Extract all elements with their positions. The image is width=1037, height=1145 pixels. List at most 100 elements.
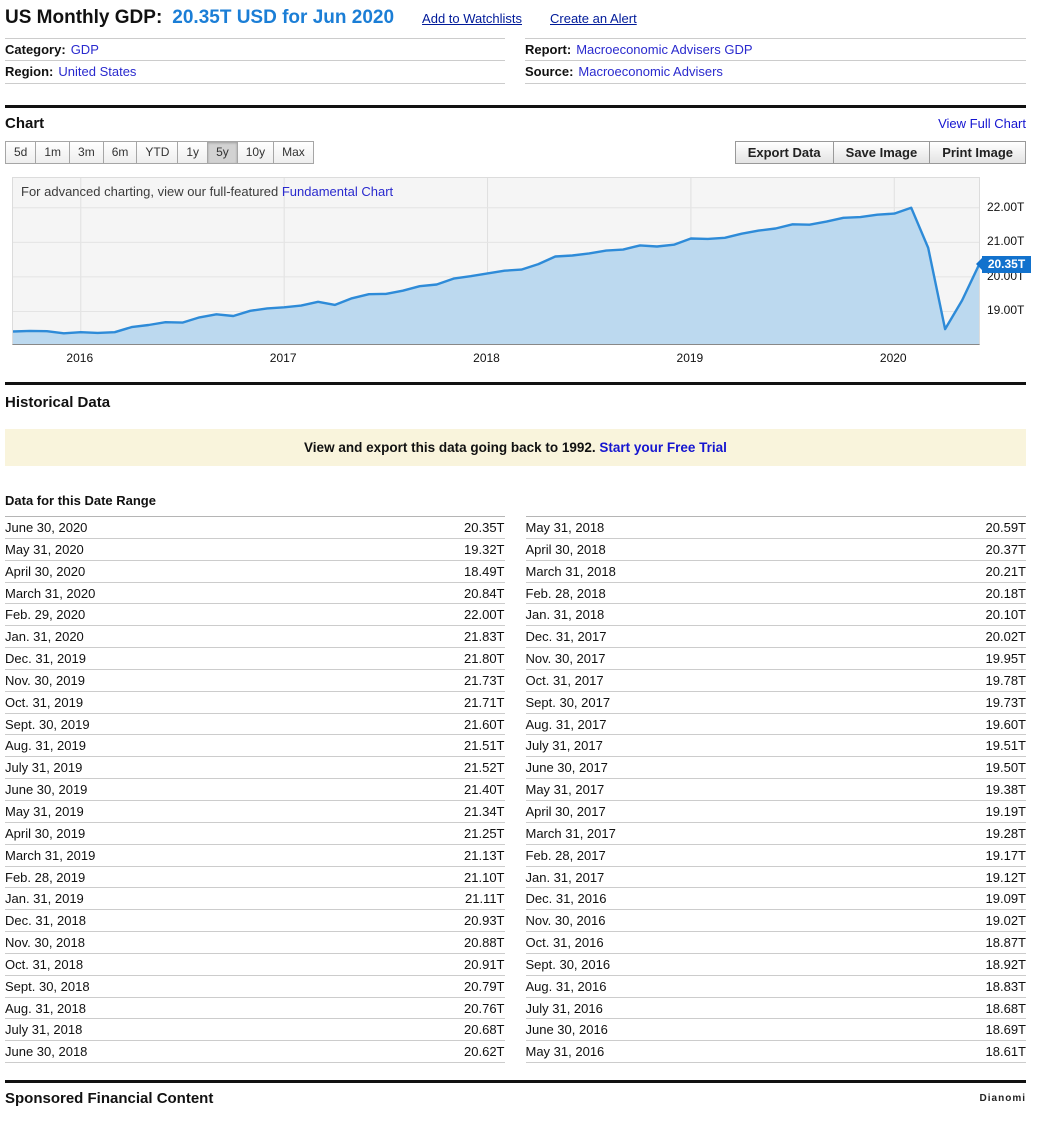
range-button-10y[interactable]: 10y bbox=[237, 141, 274, 164]
section-divider bbox=[5, 105, 1026, 108]
historical-data-table: June 30, 202020.35TMay 31, 202019.32TApr… bbox=[5, 516, 1026, 1063]
date-cell: March 31, 2019 bbox=[5, 845, 95, 866]
date-cell: Oct. 31, 2018 bbox=[5, 954, 83, 975]
table-row: June 30, 2018 20.62T bbox=[5, 1041, 505, 1063]
category-row: Category: GDP bbox=[5, 38, 505, 61]
date-cell: Feb. 28, 2019 bbox=[5, 867, 85, 888]
date-cell: May 31, 2018 bbox=[526, 517, 605, 538]
value-cell: 19.38T bbox=[986, 779, 1026, 800]
export-data-button[interactable]: Export Data bbox=[735, 141, 834, 164]
badge-arrow-icon bbox=[976, 258, 982, 270]
value-cell: 20.10T bbox=[986, 604, 1026, 625]
table-row: Sept. 30, 201921.60T bbox=[5, 714, 505, 736]
range-button-5y[interactable]: 5y bbox=[207, 141, 238, 164]
date-cell: June 30, 2018 bbox=[5, 1041, 87, 1062]
value-cell: 19.51T bbox=[986, 735, 1026, 756]
value-cell: 19.95T bbox=[986, 648, 1026, 669]
date-cell: June 30, 2020 bbox=[5, 517, 87, 538]
date-cell: July 31, 2018 bbox=[5, 1019, 82, 1040]
date-cell: Jan. 31, 2020 bbox=[5, 626, 84, 647]
range-button-1m[interactable]: 1m bbox=[35, 141, 70, 164]
date-cell: April 30, 2017 bbox=[526, 801, 606, 822]
data-table-left-column: June 30, 202020.35TMay 31, 202019.32TApr… bbox=[5, 516, 505, 1063]
table-row: Jan. 31, 2020 21.83T bbox=[5, 626, 505, 648]
dianomi-logo: Dianomi bbox=[980, 1093, 1026, 1104]
category-link[interactable]: GDP bbox=[71, 42, 99, 57]
date-cell: March 31, 2020 bbox=[5, 583, 95, 604]
table-row: June 30, 201618.69T bbox=[526, 1019, 1027, 1041]
date-cell: April 30, 2018 bbox=[526, 539, 606, 560]
view-full-chart-link[interactable]: View Full Chart bbox=[938, 116, 1026, 131]
value-cell: 21.73T bbox=[464, 670, 504, 691]
date-cell: Dec. 31, 2018 bbox=[5, 910, 86, 931]
source-link[interactable]: Macroeconomic Advisers bbox=[578, 64, 723, 79]
table-row: June 30, 201921.40T bbox=[5, 779, 505, 801]
value-cell: 21.25T bbox=[464, 823, 504, 844]
historical-data-heading: Historical Data bbox=[5, 394, 1026, 411]
range-button-3m[interactable]: 3m bbox=[69, 141, 104, 164]
category-label: Category: bbox=[5, 42, 66, 57]
date-cell: Nov. 30, 2018 bbox=[5, 932, 85, 953]
section-divider bbox=[5, 382, 1026, 385]
info-grid: Category: GDP Region: United States Report… bbox=[5, 38, 1026, 84]
date-cell: Jan. 31, 2017 bbox=[526, 867, 605, 888]
date-cell: May 31, 2019 bbox=[5, 801, 84, 822]
value-cell: 20.02T bbox=[986, 626, 1026, 647]
fundamental-chart-link[interactable]: Fundamental Chart bbox=[282, 184, 393, 199]
value-cell: 18.92T bbox=[986, 954, 1026, 975]
source-row: Source:Macroeconomic Advisers bbox=[525, 61, 1026, 84]
sponsored-footer: Sponsored Financial Content Dianomi bbox=[5, 1090, 1026, 1107]
table-row: Nov. 30, 201921.73T bbox=[5, 670, 505, 692]
banner-text: View and export this data going back to … bbox=[304, 440, 596, 455]
region-link[interactable]: United States bbox=[58, 64, 136, 79]
chart-action-buttons: Export DataSave ImagePrint Image bbox=[736, 141, 1026, 164]
range-button-max[interactable]: Max bbox=[273, 141, 314, 164]
report-label: Report: bbox=[525, 42, 571, 57]
date-cell: Oct. 31, 2016 bbox=[526, 932, 604, 953]
create-an-alert-link[interactable]: Create an Alert bbox=[550, 11, 637, 26]
range-button-ytd[interactable]: YTD bbox=[136, 141, 178, 164]
date-cell: May 31, 2017 bbox=[526, 779, 605, 800]
report-row: Report: Macroeconomic Advisers GDP bbox=[525, 38, 1026, 61]
table-row: Aug. 31, 201921.51T bbox=[5, 735, 505, 757]
chart-plot-area[interactable]: For advanced charting, view our full-fea… bbox=[12, 177, 980, 345]
save-image-button[interactable]: Save Image bbox=[833, 141, 931, 164]
table-row: Oct. 31, 201719.78T bbox=[526, 670, 1027, 692]
date-cell: May 31, 2020 bbox=[5, 539, 84, 560]
date-cell: Dec. 31, 2016 bbox=[526, 888, 607, 909]
x-axis-label: 2020 bbox=[873, 351, 913, 365]
date-cell: March 31, 2017 bbox=[526, 823, 616, 844]
date-cell: July 31, 2017 bbox=[526, 735, 603, 756]
value-cell: 20.35T bbox=[464, 517, 504, 538]
value-cell: 20.18T bbox=[986, 583, 1026, 604]
chart-section-heading: Chart bbox=[5, 115, 44, 132]
value-cell: 21.51T bbox=[464, 735, 504, 756]
report-link[interactable]: Macroeconomic Advisers GDP bbox=[576, 42, 752, 57]
date-cell: Aug. 31, 2016 bbox=[526, 976, 607, 997]
value-cell: 20.37T bbox=[986, 539, 1026, 560]
value-cell: 18.61T bbox=[986, 1041, 1026, 1062]
table-row: Feb. 28, 201820.18T bbox=[526, 583, 1027, 605]
date-cell: Nov. 30, 2017 bbox=[526, 648, 606, 669]
region-label: Region: bbox=[5, 64, 53, 79]
value-cell: 20.21T bbox=[986, 561, 1026, 582]
free-trial-link[interactable]: Start your Free Trial bbox=[599, 440, 727, 455]
range-button-5d[interactable]: 5d bbox=[5, 141, 36, 164]
value-cell: 21.34T bbox=[464, 801, 504, 822]
table-row: March 31, 201921.13T bbox=[5, 845, 505, 867]
print-image-button[interactable]: Print Image bbox=[929, 141, 1026, 164]
range-button-6m[interactable]: 6m bbox=[103, 141, 138, 164]
add-to-watchlists-link[interactable]: Add to Watchlists bbox=[422, 11, 522, 26]
x-axis-label: 2018 bbox=[467, 351, 507, 365]
value-cell: 20.62T bbox=[464, 1041, 504, 1062]
badge-value: 20.35T bbox=[988, 257, 1025, 271]
table-row: Jan. 31, 201921.11T bbox=[5, 888, 505, 910]
y-axis-label: 19.00T bbox=[987, 303, 1037, 317]
range-button-1y[interactable]: 1y bbox=[177, 141, 208, 164]
value-cell: 21.83T bbox=[464, 626, 504, 647]
date-cell: Nov. 30, 2016 bbox=[526, 910, 606, 931]
value-cell: 20.88T bbox=[464, 932, 504, 953]
value-cell: 18.83T bbox=[986, 976, 1026, 997]
y-axis-label: 22.00T bbox=[987, 200, 1037, 214]
free-trial-banner: View and export this data going back to … bbox=[5, 429, 1026, 466]
